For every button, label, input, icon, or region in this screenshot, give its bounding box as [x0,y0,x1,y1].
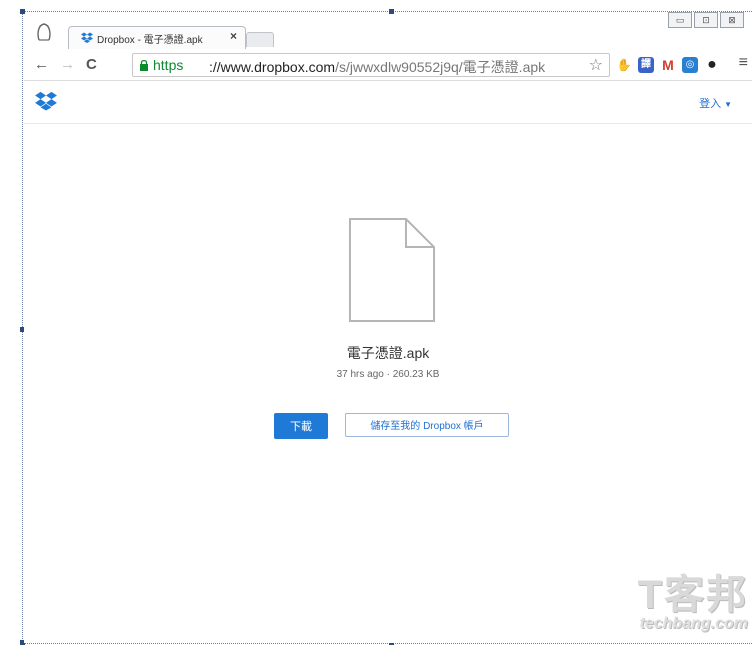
login-link[interactable]: 登入 ▼ [699,95,732,111]
tab-close-icon[interactable]: × [230,29,237,43]
globe-icon[interactable]: ◎ [682,57,698,73]
page-header: 登入 ▼ [24,81,752,124]
dropbox-favicon-icon [81,32,93,43]
dropbox-logo-icon[interactable] [34,91,58,111]
hand-icon[interactable]: ✋ [616,57,632,73]
watermark-en: techbang.com [639,615,748,632]
download-button[interactable]: 下載 [274,413,328,439]
url-scheme: https [153,57,184,73]
selection-border-bottom [22,643,752,644]
file-icon [349,218,435,322]
url-host: ://www.dropbox.com [209,59,336,75]
address-bar[interactable]: https ://www.dropbox.com/s/jwwxdlw90552j… [132,53,610,77]
minimize-button[interactable]: ▭ [668,12,692,28]
window-controls: ▭ ⊡ ⊠ [668,12,744,28]
selection-border-top [22,11,752,12]
tab-title: Dropbox - 電子憑證.apk [97,35,203,46]
menu-icon[interactable]: ≡ [739,54,748,72]
watermark-logo: T客邦 techbang.com [588,575,748,637]
new-tab-button[interactable] [246,32,274,47]
url-text: ://www.dropbox.com/s/jwwxdlw90552j9q/電子憑… [209,57,545,77]
save-to-dropbox-button[interactable]: 儲存至我的 Dropbox 帳戶 [345,413,509,437]
forward-button[interactable]: → [60,56,75,73]
file-name: 電子憑證.apk [346,345,430,361]
lock-icon [140,59,148,71]
gmail-icon[interactable]: M [660,57,676,73]
login-label: 登入 [699,98,722,110]
reload-button[interactable]: C [86,56,97,73]
file-meta: 37 hrs ago · 260.23 KB [336,369,440,380]
tab-dropbox[interactable]: Dropbox - 電子憑證.apk × [68,26,246,49]
back-button[interactable]: ← [34,56,49,73]
bookmark-star-icon[interactable]: ☆ [589,55,603,75]
url-path: /s/jwwxdlw90552j9q/電子憑證.apk [335,59,546,75]
watermark-cn: T客邦 [637,573,748,617]
selection-handle[interactable] [20,9,25,14]
profile-icon[interactable] [36,22,52,44]
page-content: 登入 ▼ 電子憑證.apk 37 hrs ago · 260.23 KB 下載 儲… [24,81,752,643]
close-window-button[interactable]: ⊠ [720,12,744,28]
circle-icon[interactable]: ● [704,57,720,73]
extension-icons: ✋ 譯 M ◎ ● [616,55,720,75]
translate-icon[interactable]: 譯 [638,57,654,73]
screenshot-frame: Dropbox - 電子憑證.apk × ▭ ⊡ ⊠ ← → C https :… [0,0,752,647]
browser-toolbar: ← → C https ://www.dropbox.com/s/jwwxdlw… [24,50,752,81]
chevron-down-icon: ▼ [724,100,732,109]
restore-button[interactable]: ⊡ [694,12,718,28]
